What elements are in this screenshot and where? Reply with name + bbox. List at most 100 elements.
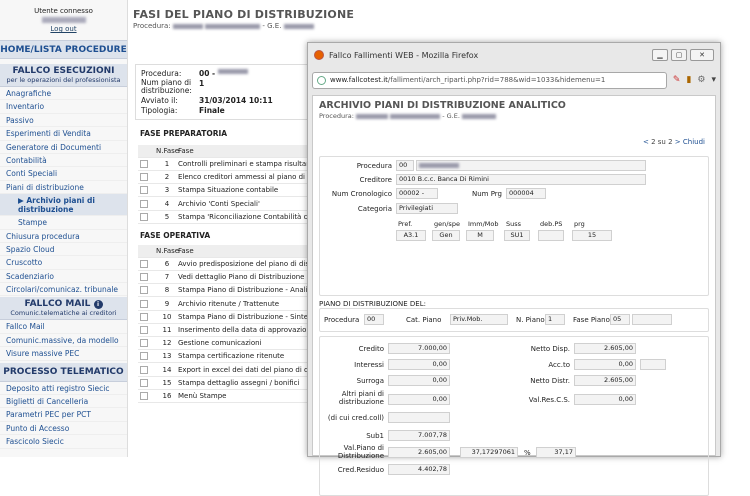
table-row[interactable]: 4 Archivio 'Conti Speciali': [138, 198, 310, 211]
sidebar-item[interactable]: Conti Speciali: [0, 167, 127, 181]
row-label[interactable]: Stampa Piano di Distribuzione - Analitic…: [178, 286, 310, 294]
window-titlebar[interactable]: Fallco Fallimenti WEB - Mozilla Firefox …: [308, 43, 720, 67]
sidebar-item-archivio-piani[interactable]: ▶ Archivio piani di distribuzione: [0, 194, 127, 217]
sidebar-item[interactable]: Esperimenti di Vendita: [0, 127, 127, 141]
row-label[interactable]: Gestione comunicazioni: [178, 339, 262, 347]
row-label[interactable]: Stampa certificazione ritenute: [178, 352, 284, 360]
pager: < 2 su 2 > Chiudi: [643, 138, 705, 146]
row-label[interactable]: Menù Stampe: [178, 392, 227, 400]
row-checkbox[interactable]: [140, 286, 148, 295]
table-row[interactable]: 3 Stampa Situazione contabile: [138, 184, 310, 198]
table-row[interactable]: 11 Inserimento della data di approvazione: [138, 324, 310, 337]
home-link[interactable]: HOME/LISTA PROCEDURE: [0, 40, 127, 59]
sidebar-item[interactable]: Biglietti di Cancelleria: [0, 395, 127, 409]
sidebar-item[interactable]: Cruscotto: [0, 256, 127, 270]
table-row[interactable]: 14 Export in excel dei dati del piano di …: [138, 364, 310, 377]
table-row[interactable]: 5 Stampa 'Riconciliazione Contabilità con…: [138, 211, 310, 224]
row-checkbox[interactable]: [140, 273, 148, 282]
row-checkbox[interactable]: [140, 199, 148, 208]
valpiano-field: 2.605,00: [388, 447, 450, 458]
maximize-button[interactable]: ▢: [671, 49, 687, 61]
row-label[interactable]: Vedi dettaglio Piano di Distribuzione: [178, 273, 304, 281]
row-number: 14: [162, 365, 172, 374]
sub1-field: 7.007,78: [388, 430, 450, 441]
sidebar-item[interactable]: Contabilità: [0, 154, 127, 168]
row-label[interactable]: Export in excel dei dati del piano di di…: [178, 366, 310, 374]
sidebar: Utente connesso Log out HOME/LISTA PROCE…: [0, 0, 128, 457]
redacted-name: [356, 113, 389, 119]
row-checkbox[interactable]: [140, 186, 148, 195]
cap-label: Suss: [506, 220, 522, 228]
sidebar-item[interactable]: Chiusura procedura: [0, 230, 127, 243]
brush-icon[interactable]: ✎: [673, 75, 681, 85]
table-row[interactable]: 13 Stampa certificazione ritenute: [138, 350, 310, 364]
row-label[interactable]: Stampa Situazione contabile: [178, 186, 278, 194]
table-row[interactable]: 16 Menù Stampe: [138, 390, 310, 403]
sidebar-item[interactable]: Scadenziario: [0, 270, 127, 284]
row-checkbox[interactable]: [140, 173, 148, 182]
sidebar-item[interactable]: Parametri PEC per PCT: [0, 408, 127, 422]
row-label[interactable]: Stampa 'Riconciliazione Contabilità cont…: [178, 213, 310, 221]
sidebar-item-stampe[interactable]: Stampe: [0, 216, 127, 230]
row-checkbox[interactable]: [140, 365, 148, 374]
sidebar-item[interactable]: Comunic.massive, da modello: [0, 334, 127, 348]
menu-arrow-icon[interactable]: ▾: [711, 75, 716, 85]
sidebar-item[interactable]: Piani di distribuzione: [0, 181, 127, 195]
sidebar-item[interactable]: Circolari/comunicaz. tribunale: [0, 283, 127, 297]
row-checkbox[interactable]: [140, 299, 148, 308]
table-row[interactable]: 9 Archivio ritenute / Trattenute: [138, 298, 310, 311]
sidebar-item[interactable]: Anagrafiche: [0, 87, 127, 101]
row-label[interactable]: Stampa Piano di Distribuzione - Sintetic…: [178, 313, 310, 321]
row-checkbox[interactable]: [140, 352, 148, 361]
row-label[interactable]: Controlli preliminari e stampa risultanz…: [178, 160, 310, 168]
valres-label: Val.Res.C.S.: [528, 396, 570, 404]
creditore-field: 0010 B.c.c. Banca Di Rimini: [396, 174, 646, 185]
url-field[interactable]: www.fallcotest.it/fallimenti/arch_ripart…: [312, 71, 667, 89]
close-button[interactable]: ✕: [690, 49, 714, 61]
table-row[interactable]: 1 Controlli preliminari e stampa risultan…: [138, 158, 310, 171]
row-checkbox[interactable]: [140, 378, 148, 387]
row-checkbox[interactable]: [140, 212, 148, 221]
row-label[interactable]: Avvio predisposizione del piano di distr…: [178, 260, 310, 268]
sidebar-item[interactable]: Punto di Accesso: [0, 422, 127, 436]
sidebar-item[interactable]: Fascicolo Siecic: [0, 435, 127, 449]
table-row[interactable]: 10 Stampa Piano di Distribuzione - Sintet…: [138, 311, 310, 324]
netto-disp-field: 2.605,00: [574, 343, 636, 354]
sidebar-item[interactable]: Inventario: [0, 100, 127, 114]
table-row[interactable]: 7 Vedi dettaglio Piano di Distribuzione: [138, 271, 310, 285]
fs-fase-label: Fase Piano: [573, 316, 610, 324]
sidebar-item[interactable]: Spazio Cloud: [0, 243, 127, 257]
next-arrow-icon[interactable]: >: [675, 138, 681, 146]
table-row[interactable]: 15 Stampa dettaglio assegni / bonifici: [138, 377, 310, 390]
logout-link[interactable]: Log out: [50, 25, 76, 33]
row-checkbox[interactable]: [140, 392, 148, 400]
row-checkbox[interactable]: [140, 339, 148, 348]
table-row[interactable]: 12 Gestione comunicazioni: [138, 337, 310, 351]
row-number: 6: [164, 260, 170, 268]
minimize-button[interactable]: ▁: [652, 49, 668, 61]
row-label[interactable]: Stampa dettaglio assegni / bonifici: [178, 379, 299, 387]
close-link[interactable]: Chiudi: [683, 138, 705, 146]
sidebar-item[interactable]: Fallco Mail: [0, 320, 127, 334]
page-title: FASI DEL PIANO DI DISTRIBUZIONE: [133, 8, 355, 21]
section-fallco-esecuzioni: FALLCO ESECUZIONI per le operazioni del …: [0, 64, 127, 87]
row-checkbox[interactable]: [140, 326, 148, 334]
row-label[interactable]: Elenco creditori ammessi al piano di dis…: [178, 173, 310, 181]
tools-icon[interactable]: ⚙: [697, 75, 705, 85]
row-label[interactable]: Archivio 'Conti Speciali': [178, 200, 260, 208]
globe-icon: [317, 75, 326, 85]
bookmark-icon[interactable]: ▮: [686, 75, 691, 85]
table-row[interactable]: 8 Stampa Piano di Distribuzione - Analiti…: [138, 284, 310, 298]
sidebar-item[interactable]: Passivo: [0, 114, 127, 128]
table-row[interactable]: 2 Elenco creditori ammessi al piano di di…: [138, 171, 310, 185]
row-checkbox[interactable]: [140, 160, 148, 168]
row-checkbox[interactable]: [140, 312, 148, 321]
row-checkbox[interactable]: [140, 260, 148, 268]
row-label[interactable]: Archivio ritenute / Trattenute: [178, 300, 279, 308]
sidebar-item[interactable]: Generatore di Documenti: [0, 141, 127, 154]
sidebar-item[interactable]: Deposito atti registro Siecic: [0, 382, 127, 396]
sidebar-item[interactable]: Visure massive PEC: [0, 347, 127, 361]
table-row[interactable]: 6 Avvio predisposizione del piano di dist…: [138, 258, 310, 271]
prev-arrow-icon[interactable]: <: [643, 138, 649, 146]
row-label[interactable]: Inserimento della data di approvazione: [178, 326, 310, 334]
